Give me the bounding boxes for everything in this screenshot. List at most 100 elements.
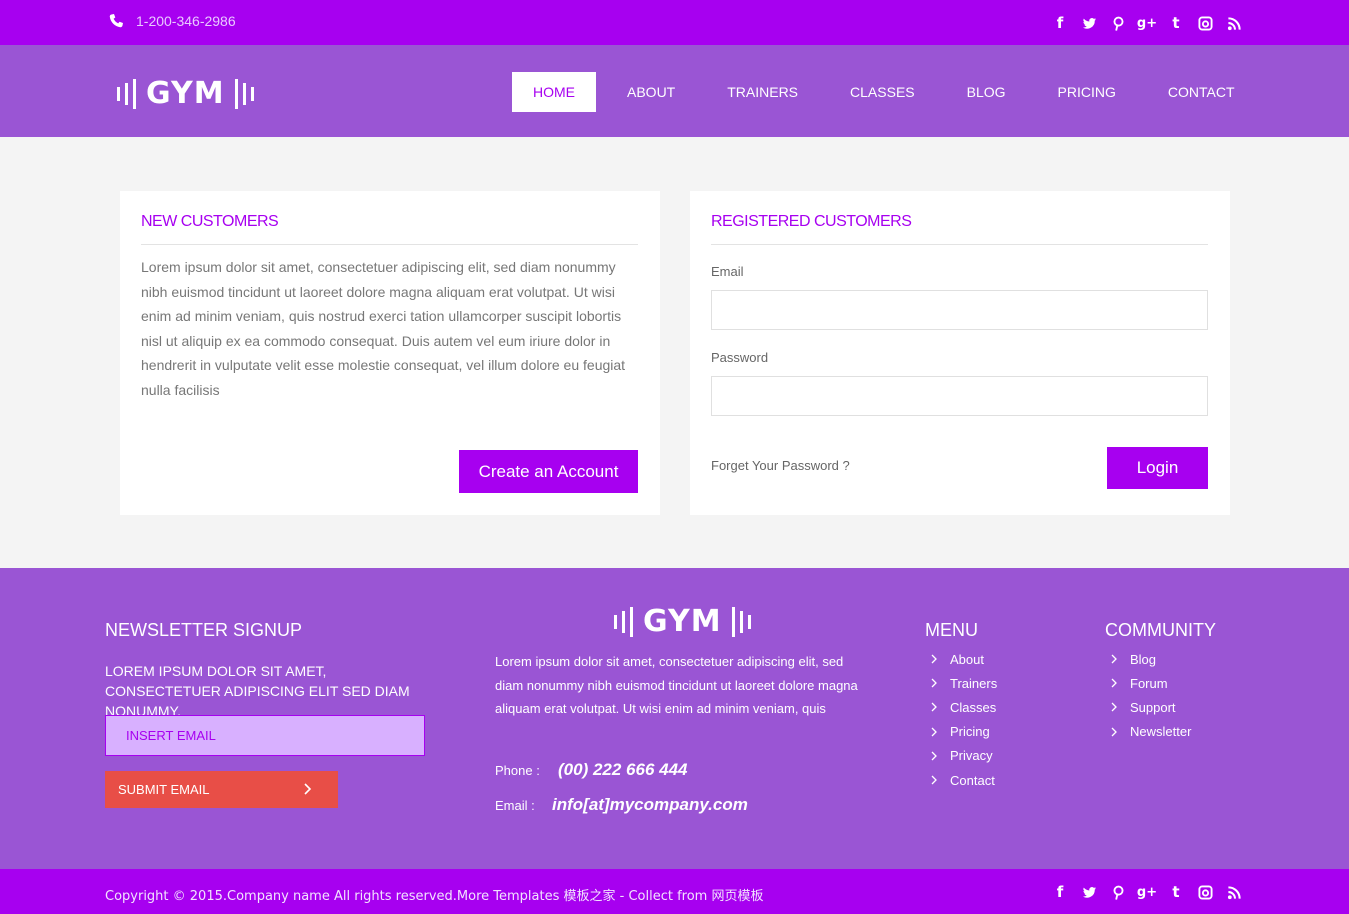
twitter-icon[interactable] (1081, 884, 1097, 900)
footer-email: Email : info[at]mycompany.com (495, 795, 748, 815)
registered-customers-panel: REGISTERED CUSTOMERS Email Password Forg… (690, 191, 1230, 515)
phone-icon (109, 14, 123, 28)
tumblr-icon[interactable]: t (1168, 884, 1184, 900)
facebook-icon[interactable]: f (1052, 884, 1068, 900)
newsletter-text: LOREM IPSUM DOLOR SIT AMET, CONSECTETUER… (105, 663, 410, 719)
footer-menu-item[interactable]: Trainers (925, 671, 997, 695)
footer-community-item[interactable]: Forum (1105, 671, 1191, 695)
nav-contact[interactable]: CONTACT (1147, 72, 1256, 112)
chevron-right-icon (304, 783, 312, 795)
nav-about[interactable]: ABOUT (606, 72, 696, 112)
site-header: GYM HOME ABOUT TRAINERS CLASSES BLOG PRI… (0, 45, 1349, 137)
tumblr-icon[interactable]: t (1168, 15, 1184, 31)
chevron-right-icon (931, 703, 937, 712)
nav-blog[interactable]: BLOG (946, 72, 1027, 112)
facebook-icon[interactable]: f (1052, 15, 1068, 31)
footer-community-title: COMMUNITY (1105, 620, 1216, 640)
new-customers-text: Lorem ipsum dolor sit amet, consectetuer… (141, 259, 626, 398)
top-phone-number: 1-200-346-2986 (136, 13, 236, 29)
email-field[interactable] (711, 290, 1208, 330)
create-account-button[interactable]: Create an Account (459, 450, 638, 493)
nav-trainers[interactable]: TRAINERS (706, 72, 819, 112)
chevron-right-icon (1111, 654, 1117, 664)
footer-menu-item[interactable]: Contact (925, 768, 997, 792)
rss-icon[interactable] (1226, 15, 1242, 31)
logo-bars-right-icon (233, 78, 257, 109)
nav-home[interactable]: HOME (512, 72, 596, 112)
divider (141, 244, 638, 245)
footer-menu-title: MENU (925, 620, 978, 640)
password-field[interactable] (711, 376, 1208, 416)
footer-email-link[interactable]: info[at]mycompany.com (552, 795, 748, 815)
footer-about-text: Lorem ipsum dolor sit amet, consectetuer… (495, 654, 858, 716)
site-logo[interactable]: GYM (114, 76, 257, 111)
footer-logo[interactable]: GYM (611, 604, 754, 639)
footer-menu-item[interactable]: Privacy (925, 744, 997, 768)
twitter-icon[interactable] (1081, 15, 1097, 31)
footer-community-label: Blog (1130, 651, 1157, 667)
main-nav: HOME ABOUT TRAINERS CLASSES BLOG PRICING… (512, 72, 1266, 112)
divider (711, 244, 1208, 245)
email-label: Email (711, 264, 744, 279)
new-customers-panel: NEW CUSTOMERS Lorem ipsum dolor sit amet… (120, 191, 660, 515)
google-plus-icon[interactable]: g+ (1137, 15, 1157, 31)
login-button[interactable]: Login (1107, 447, 1208, 489)
footer-phone-number: (00) 222 666 444 (558, 760, 688, 779)
logo-text: GYM (146, 76, 225, 111)
registered-customers-title: REGISTERED CUSTOMERS (711, 213, 912, 230)
chevron-right-icon (1111, 703, 1117, 712)
chevron-right-icon (1111, 727, 1117, 737)
footer-menu-item[interactable]: Classes (925, 695, 997, 719)
footer-community-item[interactable]: Blog (1105, 647, 1191, 671)
chevron-right-icon (931, 751, 937, 761)
logo-bars-left-icon (114, 78, 138, 109)
chevron-right-icon (1111, 678, 1117, 688)
bottom-social-icons: f g+ t (1039, 884, 1242, 900)
top-social-icons: f g+ t (1039, 15, 1242, 31)
footer-logo-text: GYM (643, 604, 722, 639)
nav-pricing[interactable]: PRICING (1037, 72, 1137, 112)
submit-email-button[interactable]: SUBMIT EMAIL (105, 771, 338, 808)
footer-community-label: Support (1130, 699, 1176, 715)
footer-community-list: Blog Forum Support Newsletter (1105, 647, 1191, 744)
footer-phone-label: Phone : (495, 763, 540, 778)
submit-email-label: SUBMIT EMAIL (118, 782, 210, 797)
footer-email-label: Email : (495, 798, 535, 813)
footer-community-item[interactable]: Support (1105, 695, 1191, 719)
footer-menu-label: Pricing (950, 724, 990, 740)
newsletter-email-input[interactable]: INSERT EMAIL (105, 715, 425, 756)
google-plus-icon[interactable]: g+ (1137, 884, 1157, 900)
rss-icon[interactable] (1226, 884, 1242, 900)
logo-bars-left-icon (611, 606, 635, 637)
copyright-text: Copyright © 2015.Company name All rights… (105, 889, 764, 904)
pinterest-icon[interactable] (1110, 15, 1126, 31)
chevron-right-icon (931, 727, 937, 737)
nav-classes[interactable]: CLASSES (829, 72, 936, 112)
newsletter-title: NEWSLETTER SIGNUP (105, 620, 303, 640)
footer-menu-list: About Trainers Classes Pricing Privacy C… (925, 647, 997, 792)
footer-menu-label: About (950, 651, 984, 667)
footer-menu-label: Privacy (950, 748, 993, 764)
footer-community-label: Forum (1130, 675, 1168, 691)
new-customers-title: NEW CUSTOMERS (141, 213, 279, 230)
footer-menu-label: Classes (950, 699, 997, 715)
footer-community-label: Newsletter (1130, 724, 1192, 740)
instagram-icon[interactable] (1197, 884, 1213, 900)
chevron-right-icon (931, 678, 937, 688)
top-phone: 1-200-346-2986 (108, 13, 236, 29)
site-footer: NEWSLETTER SIGNUP LOREM IPSUM DOLOR SIT … (0, 568, 1349, 869)
footer-phone: Phone : (00) 222 666 444 (495, 760, 688, 780)
top-bar: 1-200-346-2986 f g+ t (0, 0, 1349, 45)
instagram-icon[interactable] (1197, 15, 1213, 31)
footer-menu-item[interactable]: Pricing (925, 720, 997, 744)
logo-bars-right-icon (730, 606, 754, 637)
footer-community-item[interactable]: Newsletter (1105, 720, 1191, 744)
chevron-right-icon (931, 654, 937, 664)
password-label: Password (711, 350, 769, 365)
forgot-password-link[interactable]: Forget Your Password ? (711, 458, 850, 473)
chevron-right-icon (931, 775, 937, 785)
pinterest-icon[interactable] (1110, 884, 1126, 900)
footer-menu-item[interactable]: About (925, 647, 997, 671)
footer-menu-label: Trainers (950, 675, 998, 691)
bottom-bar: Copyright © 2015.Company name All rights… (0, 869, 1349, 914)
